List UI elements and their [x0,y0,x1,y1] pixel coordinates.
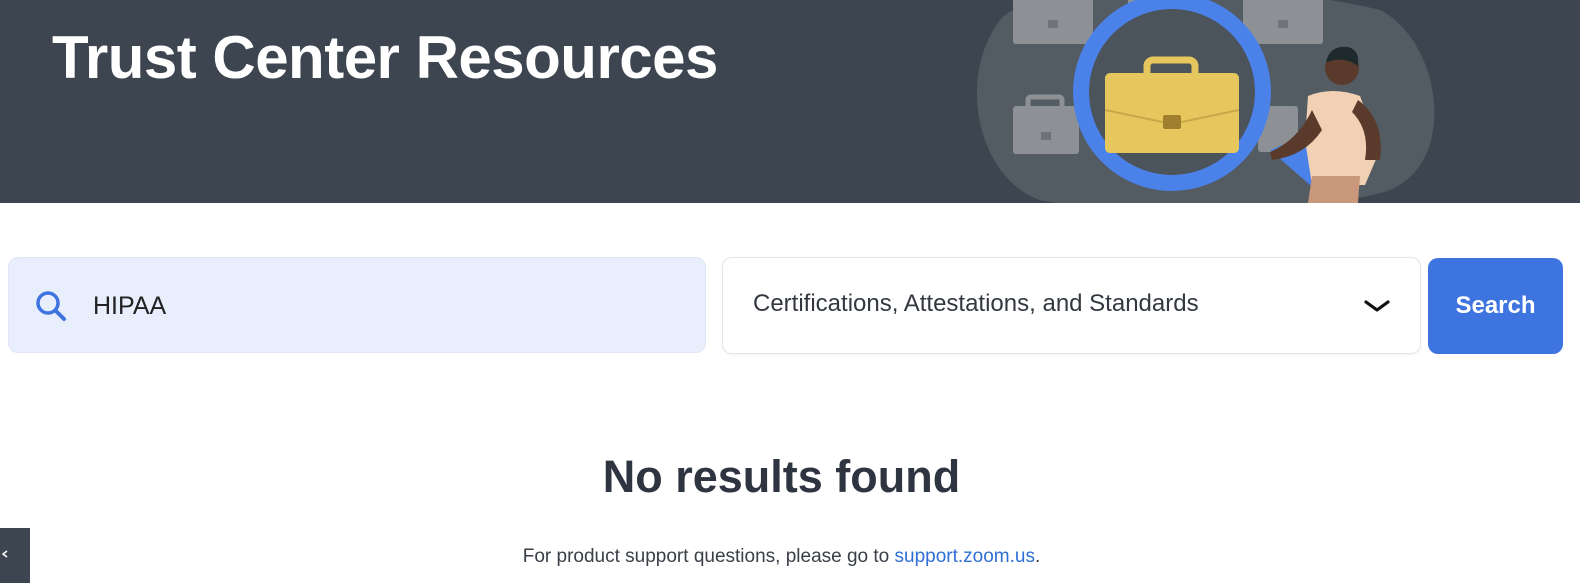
category-select[interactable]: Certifications, Attestations, and Standa… [722,257,1421,354]
chevron-down-icon [1364,300,1390,312]
briefcase-search-illustration [977,0,1435,203]
no-results-title: No results found [602,451,961,502]
search-input[interactable] [93,278,683,334]
search-box [8,257,706,353]
search-icon [36,291,66,321]
hero-banner: Trust Center Resources [0,0,1580,203]
chevron-left-icon [2,550,8,558]
side-feedback-tab[interactable] [0,528,30,583]
support-note: For product support questions, please go… [0,543,1563,571]
page: Trust Center Resources HIPAA Certificati… [0,0,1580,583]
search-button[interactable]: Search [1428,258,1563,354]
support-note-suffix: . [1034,546,1041,567]
support-link[interactable]: support.zoom.us [895,546,1035,567]
support-note-text: For product support questions, please go… [522,546,895,567]
page-title: Trust Center Resources [52,24,718,91]
category-select-value: Certifications, Attestations, and Standa… [753,290,1199,317]
